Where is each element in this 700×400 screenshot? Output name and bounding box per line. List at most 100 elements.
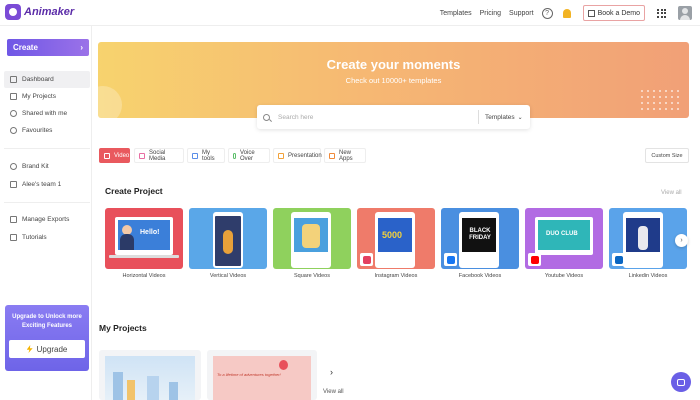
tab-social-media[interactable]: Social Media [134, 148, 184, 163]
top-nav: Templates Pricing Support ? Book a Demo [440, 0, 700, 26]
laptop-base [109, 255, 179, 258]
video-icon [104, 152, 110, 159]
screen-text: DUO CLUB [546, 231, 578, 237]
tab-label: New Apps [339, 149, 353, 162]
card-label: Linkedin Videos [628, 273, 668, 279]
carousel-next-button[interactable]: › [675, 234, 688, 247]
team-icon [10, 181, 17, 188]
hero-title: Create your moments [326, 57, 461, 72]
card-facebook-videos[interactable]: BLACK FRIDAY [441, 208, 519, 269]
upgrade-text: Upgrade to Unlock more Exciting Features [12, 314, 82, 329]
sidebar-item-tutorials[interactable]: Tutorials [4, 229, 90, 246]
create-project-title: Create Project [105, 186, 163, 196]
screen-text: 5000 [382, 230, 403, 240]
create-label: Create [13, 43, 38, 52]
tab-new-apps[interactable]: New Apps [324, 148, 366, 163]
user-avatar[interactable] [678, 6, 692, 20]
book-demo-label: Book a Demo [597, 9, 640, 17]
custom-size-label: Custom Size [651, 152, 683, 159]
sidebar-item-label: Manage Exports [22, 216, 70, 223]
projects-view-all-link[interactable]: View all [323, 389, 344, 395]
sidebar-item-my-projects[interactable]: My Projects [4, 88, 90, 105]
sidebar-item-dashboard[interactable]: Dashboard [4, 71, 90, 88]
notification-bell-icon[interactable] [562, 8, 571, 18]
search-input[interactable] [278, 113, 478, 121]
custom-size-button[interactable]: Custom Size [645, 148, 689, 163]
tools-icon [192, 152, 198, 159]
mockup-screen: 5000 [378, 218, 412, 252]
mockup-screen [215, 216, 241, 266]
dashboard-icon [10, 76, 17, 83]
tab-presentation[interactable]: Presentation [273, 148, 322, 163]
tab-voice-over[interactable]: Voice Over [228, 148, 270, 163]
decor-circle [98, 86, 122, 118]
create-button[interactable]: Create › [7, 39, 89, 56]
tab-video[interactable]: Video [99, 148, 130, 163]
sidebar-item-label: Favourites [22, 127, 53, 134]
apps-icon [329, 152, 335, 159]
sidebar-item-favourites[interactable]: Favourites [4, 122, 90, 139]
card-vertical-videos[interactable] [189, 208, 267, 269]
presentation-icon [278, 152, 284, 159]
phone-mockup [291, 212, 331, 268]
sidebar-item-label: Dashboard [22, 76, 54, 83]
phone-mockup: BLACK FRIDAY [459, 212, 499, 268]
sidebar-item-team[interactable]: Alee's team 1 [4, 176, 90, 193]
balloon-icon [279, 360, 288, 370]
heart-icon [10, 127, 17, 134]
project-card[interactable] [99, 350, 201, 400]
bolt-icon [26, 345, 33, 353]
card-label: Vertical Videos [209, 273, 247, 279]
screen-text: Hello! [140, 229, 160, 236]
youtube-badge [528, 253, 541, 266]
mockup-screen: DUO CLUB [538, 220, 590, 250]
sidebar-item-brand-kit[interactable]: Brand Kit [4, 158, 90, 175]
create-project-view-all-link[interactable]: View all [661, 190, 682, 196]
upgrade-button[interactable]: Upgrade [9, 340, 85, 358]
phone-mockup [213, 212, 243, 268]
chat-support-button[interactable] [671, 372, 691, 392]
social-media-icon [139, 152, 145, 159]
linkedin-icon [614, 255, 623, 264]
screen-text: BLACK FRIDAY [469, 228, 491, 241]
brand-logo[interactable]: Animaker [5, 4, 74, 20]
laptop-mockup: DUO CLUB [535, 217, 593, 255]
sidebar-item-shared[interactable]: Shared with me [4, 105, 90, 122]
youtube-icon [530, 255, 539, 264]
laptop-mockup: Hello! [115, 217, 173, 255]
tab-label: My tools [202, 149, 215, 162]
card-horizontal-videos[interactable]: Hello! [105, 208, 183, 269]
card-youtube-videos[interactable]: DUO CLUB [525, 208, 603, 269]
search-icon [263, 113, 270, 121]
tab-label: Social Media [149, 149, 166, 162]
microphone-icon [233, 152, 236, 159]
upgrade-panel: Upgrade to Unlock more Exciting Features… [5, 305, 89, 371]
sidebar-item-label: Alee's team 1 [22, 181, 62, 188]
city-building [113, 372, 123, 400]
help-icon[interactable]: ? [541, 7, 553, 19]
card-instagram-videos[interactable]: 5000 [357, 208, 435, 269]
projects-next-arrow[interactable]: › [330, 367, 333, 377]
book-demo-button[interactable]: Book a Demo [582, 5, 645, 21]
nav-support-link[interactable]: Support [509, 10, 534, 17]
project-thumbnail-text: To a lifetime of adventures together! [217, 372, 281, 377]
sidebar-item-label: Brand Kit [22, 163, 49, 170]
project-card[interactable]: To a lifetime of adventures together! [207, 350, 317, 400]
project-thumbnail [213, 356, 311, 400]
sidebar-item-manage-exports[interactable]: Manage Exports [4, 211, 90, 228]
chat-icon [677, 378, 685, 386]
nav-templates-link[interactable]: Templates [440, 10, 472, 17]
export-icon [10, 216, 17, 223]
sidebar-item-label: My Projects [22, 93, 56, 100]
card-label: Youtube Videos [544, 273, 584, 279]
card-label: Instagram Videos [374, 273, 418, 279]
upgrade-label: Upgrade [36, 344, 68, 354]
template-search-bar: Templates ⌄ [257, 105, 530, 129]
apps-grid-icon[interactable] [657, 8, 666, 18]
nav-pricing-link[interactable]: Pricing [480, 10, 501, 17]
card-square-videos[interactable] [273, 208, 351, 269]
sidebar-item-label: Tutorials [22, 234, 47, 241]
tab-my-tools[interactable]: My tools [187, 148, 225, 163]
chevron-down-icon: ⌄ [517, 114, 523, 121]
search-filter-dropdown[interactable]: Templates ⌄ [479, 114, 529, 121]
